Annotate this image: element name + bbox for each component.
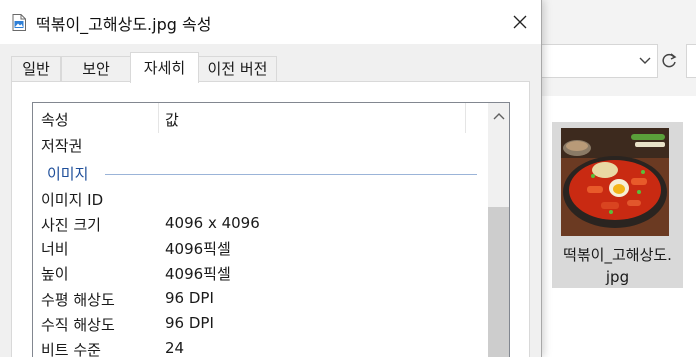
image-file-icon: [12, 14, 26, 31]
column-header-property[interactable]: 속성: [41, 109, 69, 130]
image-thumbnail[interactable]: [561, 128, 669, 236]
column-divider[interactable]: [465, 103, 466, 133]
property-value: 96 DPI: [165, 314, 214, 332]
property-list[interactable]: 속성 값 저작권 이미지 이미지 ID 사진 크기 4096 x 4096 너비…: [32, 102, 510, 357]
list-item[interactable]: 높이 4096픽셀: [33, 261, 489, 286]
column-header-value[interactable]: 값: [165, 109, 179, 130]
close-icon: [513, 15, 527, 29]
list-item[interactable]: 비트 수준 24: [33, 337, 489, 357]
list-item[interactable]: 사진 크기 4096 x 4096: [33, 212, 489, 237]
list-header: 속성 값: [33, 103, 489, 133]
file-name-line1: 떡볶이_고해상도.: [563, 246, 672, 264]
list-item[interactable]: 저작권: [33, 133, 489, 158]
search-box[interactable]: [686, 44, 696, 78]
refresh-icon[interactable]: [659, 50, 679, 72]
vertical-scrollbar[interactable]: [488, 103, 509, 357]
property-name: 비트 수준: [41, 341, 101, 357]
list-item[interactable]: 이미지 ID: [33, 187, 489, 212]
close-button[interactable]: [500, 2, 540, 42]
property-value: 96 DPI: [165, 289, 214, 307]
property-name: 수직 해상도: [41, 316, 115, 334]
property-name: 너비: [41, 240, 69, 258]
tab-details[interactable]: 자세히: [130, 52, 199, 83]
file-name-line2: jpg: [605, 268, 630, 286]
property-value: 4096픽셀: [165, 240, 231, 258]
list-item[interactable]: 수평 해상도 96 DPI: [33, 287, 489, 312]
group-divider: [105, 174, 477, 175]
group-header-image: 이미지: [33, 161, 489, 186]
scroll-thumb[interactable]: [488, 207, 509, 357]
property-name: 이미지 ID: [41, 191, 104, 209]
tab-previous-versions[interactable]: 이전 버전: [198, 56, 277, 82]
column-divider[interactable]: [158, 103, 159, 133]
chevron-down-icon[interactable]: [637, 52, 653, 68]
chevron-up-icon: [493, 113, 505, 120]
group-label: 이미지: [47, 165, 89, 183]
property-name: 저작권: [41, 137, 83, 155]
property-value: 24: [165, 339, 185, 357]
file-name-label[interactable]: 떡볶이_고해상도. jpg: [552, 244, 683, 288]
property-name: 수평 해상도: [41, 291, 115, 309]
property-value: 4096픽셀: [165, 265, 231, 283]
tab-general[interactable]: 일반: [11, 56, 61, 82]
list-item[interactable]: 수직 해상도 96 DPI: [33, 312, 489, 337]
dialog-title: 떡볶이_고해상도.jpg 속성: [36, 15, 212, 34]
property-value: 4096 x 4096: [165, 214, 260, 232]
property-name: 사진 크기: [41, 216, 101, 234]
properties-dialog: 떡볶이_고해상도.jpg 속성 일반 보안 자세히 이전 버전 속성 값 저작권…: [0, 0, 542, 357]
tab-security[interactable]: 보안: [61, 56, 131, 82]
title-bar[interactable]: 떡볶이_고해상도.jpg 속성: [0, 0, 541, 44]
list-item[interactable]: 너비 4096픽셀: [33, 236, 489, 261]
scroll-up-button[interactable]: [488, 103, 509, 129]
property-name: 높이: [41, 265, 69, 283]
